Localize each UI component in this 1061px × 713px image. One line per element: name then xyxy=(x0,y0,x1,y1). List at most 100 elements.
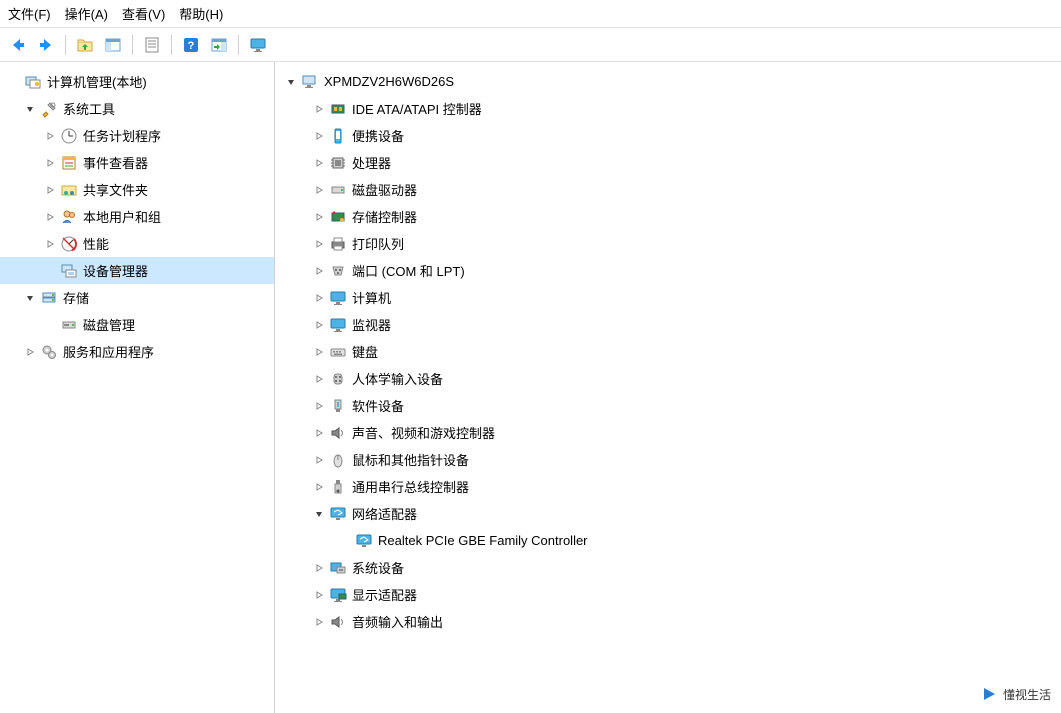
tree-event-viewer[interactable]: 事件查看器 xyxy=(0,149,274,176)
category-system-devices[interactable]: 系统设备 xyxy=(275,554,1061,581)
chevron-right-icon[interactable] xyxy=(42,128,58,144)
chevron-right-icon[interactable] xyxy=(311,587,327,603)
device-realtek-nic[interactable]: Realtek PCIe GBE Family Controller xyxy=(275,527,1061,554)
menu-action[interactable]: 操作(A) xyxy=(65,4,108,23)
device-root[interactable]: XPMDZV2H6W6D26S xyxy=(275,68,1061,95)
category-mice[interactable]: 鼠标和其他指针设备 xyxy=(275,446,1061,473)
category-storage-controllers[interactable]: 存储控制器 xyxy=(275,203,1061,230)
category-usb[interactable]: 通用串行总线控制器 xyxy=(275,473,1061,500)
chevron-down-icon[interactable] xyxy=(22,101,38,117)
tree-device-manager[interactable]: 设备管理器 xyxy=(0,257,274,284)
tree-label: 共享文件夹 xyxy=(83,180,148,199)
tree-system-tools[interactable]: 系统工具 xyxy=(0,95,274,122)
tree-performance[interactable]: 性能 xyxy=(0,230,274,257)
expander-icon xyxy=(6,74,22,90)
toolbar-separator xyxy=(171,35,172,55)
chevron-right-icon[interactable] xyxy=(311,101,327,117)
chevron-right-icon[interactable] xyxy=(42,236,58,252)
tree-root-computer-management[interactable]: 计算机管理(本地) xyxy=(0,68,274,95)
chevron-right-icon[interactable] xyxy=(311,371,327,387)
tree-local-users[interactable]: 本地用户和组 xyxy=(0,203,274,230)
chevron-right-icon[interactable] xyxy=(42,155,58,171)
category-display-adapters[interactable]: 显示适配器 xyxy=(275,581,1061,608)
menu-view[interactable]: 查看(V) xyxy=(122,4,165,23)
show-hide-tree-button[interactable] xyxy=(101,33,125,57)
chevron-right-icon[interactable] xyxy=(311,344,327,360)
device-label: Realtek PCIe GBE Family Controller xyxy=(378,533,588,548)
chevron-right-icon[interactable] xyxy=(311,452,327,468)
chevron-down-icon[interactable] xyxy=(311,506,327,522)
chevron-right-icon[interactable] xyxy=(311,425,327,441)
toolbar-separator xyxy=(132,35,133,55)
chevron-right-icon[interactable] xyxy=(311,209,327,225)
folder-up-icon xyxy=(76,36,94,54)
category-portable[interactable]: 便携设备 xyxy=(275,122,1061,149)
users-icon xyxy=(60,208,78,226)
storage-icon xyxy=(40,289,58,307)
chevron-right-icon[interactable] xyxy=(311,317,327,333)
tree-disk-management[interactable]: 磁盘管理 xyxy=(0,311,274,338)
monitor-icon xyxy=(329,316,347,334)
tree-task-scheduler[interactable]: 任务计划程序 xyxy=(0,122,274,149)
chevron-right-icon[interactable] xyxy=(42,182,58,198)
expander-icon xyxy=(337,533,353,549)
category-computer[interactable]: 计算机 xyxy=(275,284,1061,311)
category-label: IDE ATA/ATAPI 控制器 xyxy=(352,99,482,118)
console-tree[interactable]: 计算机管理(本地) 系统工具 任务计划程序 事件查看器 共享文件夹 本地用户和组 xyxy=(0,62,275,713)
chevron-right-icon[interactable] xyxy=(311,290,327,306)
port-icon xyxy=(329,262,347,280)
services-icon xyxy=(40,343,58,361)
category-label: 键盘 xyxy=(352,342,378,361)
chevron-right-icon[interactable] xyxy=(42,209,58,225)
category-audio-io[interactable]: 音频输入和输出 xyxy=(275,608,1061,635)
tree-shared-folders[interactable]: 共享文件夹 xyxy=(0,176,274,203)
tree-storage[interactable]: 存储 xyxy=(0,284,274,311)
chevron-right-icon[interactable] xyxy=(311,128,327,144)
chevron-right-icon[interactable] xyxy=(311,614,327,630)
up-button[interactable] xyxy=(73,33,97,57)
chevron-right-icon[interactable] xyxy=(311,236,327,252)
display-adapter-icon xyxy=(329,586,347,604)
forward-button[interactable] xyxy=(34,33,58,57)
category-processor[interactable]: 处理器 xyxy=(275,149,1061,176)
device-list[interactable]: XPMDZV2H6W6D26S IDE ATA/ATAPI 控制器 便携设备 处… xyxy=(275,62,1061,713)
cpu-icon xyxy=(329,154,347,172)
category-ide[interactable]: IDE ATA/ATAPI 控制器 xyxy=(275,95,1061,122)
chevron-right-icon[interactable] xyxy=(311,182,327,198)
chevron-right-icon[interactable] xyxy=(311,560,327,576)
menu-help[interactable]: 帮助(H) xyxy=(179,4,223,23)
menu-file[interactable]: 文件(F) xyxy=(8,4,51,23)
category-print-queues[interactable]: 打印队列 xyxy=(275,230,1061,257)
category-sound[interactable]: 声音、视频和游戏控制器 xyxy=(275,419,1061,446)
chevron-right-icon[interactable] xyxy=(311,479,327,495)
event-viewer-icon xyxy=(60,154,78,172)
category-software-devices[interactable]: 软件设备 xyxy=(275,392,1061,419)
hid-icon xyxy=(329,370,347,388)
back-button[interactable] xyxy=(6,33,30,57)
monitor-button[interactable] xyxy=(246,33,270,57)
chevron-right-icon[interactable] xyxy=(311,155,327,171)
tree-label: 磁盘管理 xyxy=(83,315,135,334)
category-monitors[interactable]: 监视器 xyxy=(275,311,1061,338)
action-pane-button[interactable] xyxy=(207,33,231,57)
tree-services-apps[interactable]: 服务和应用程序 xyxy=(0,338,274,365)
clock-icon xyxy=(60,127,78,145)
help-button[interactable]: ? xyxy=(179,33,203,57)
category-label: 声音、视频和游戏控制器 xyxy=(352,423,495,442)
chevron-down-icon[interactable] xyxy=(283,74,299,90)
category-keyboards[interactable]: 键盘 xyxy=(275,338,1061,365)
device-manager-icon xyxy=(60,262,78,280)
properties-button[interactable] xyxy=(140,33,164,57)
category-ports[interactable]: 端口 (COM 和 LPT) xyxy=(275,257,1061,284)
tree-label: 任务计划程序 xyxy=(83,126,161,145)
chevron-right-icon[interactable] xyxy=(311,398,327,414)
chevron-right-icon[interactable] xyxy=(311,263,327,279)
category-label: 计算机 xyxy=(352,288,391,307)
category-hid[interactable]: 人体学输入设备 xyxy=(275,365,1061,392)
chevron-down-icon[interactable] xyxy=(22,290,38,306)
chevron-right-icon[interactable] xyxy=(22,344,38,360)
tree-label: 系统工具 xyxy=(63,99,115,118)
system-device-icon xyxy=(329,559,347,577)
category-disk-drives[interactable]: 磁盘驱动器 xyxy=(275,176,1061,203)
category-network-adapters[interactable]: 网络适配器 xyxy=(275,500,1061,527)
